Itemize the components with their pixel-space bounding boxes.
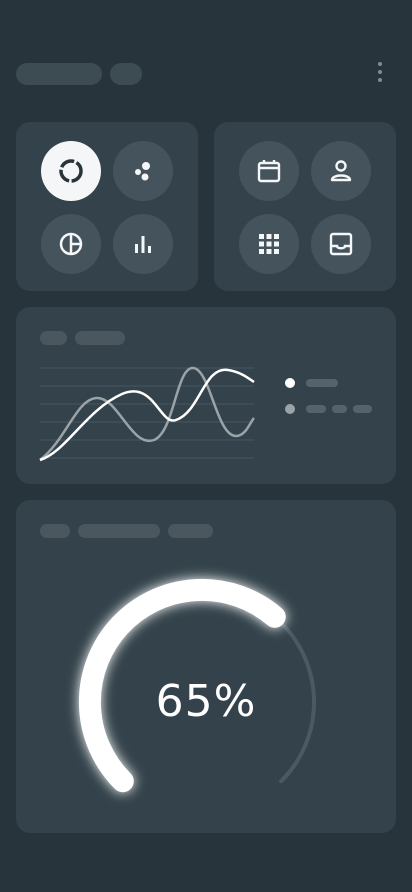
calendar-icon [257, 160, 281, 183]
user-button[interactable] [311, 141, 371, 201]
calendar-button[interactable] [239, 141, 299, 201]
quick-actions-card [214, 122, 396, 291]
legend-secondary-label-placeholder-2 [332, 405, 347, 413]
scatter-chart-button[interactable] [113, 141, 173, 201]
pie-chart-icon [59, 232, 83, 256]
chart-type-card [16, 122, 198, 291]
bar-chart-icon [135, 236, 151, 253]
legend-secondary-label-placeholder-3 [353, 405, 372, 413]
gauge-title-placeholder-3 [168, 524, 213, 538]
inbox-button[interactable] [311, 214, 371, 274]
series-primary-line [39, 368, 255, 462]
gauge-value-label: 65% [155, 676, 257, 727]
gauge-title-placeholder-2 [78, 524, 160, 538]
series-secondary-line [39, 366, 255, 461]
line-chart [39, 366, 255, 462]
legend-secondary-label-placeholder-1 [306, 405, 326, 413]
donut-chart-icon [59, 159, 83, 183]
chart-title-placeholder [40, 331, 67, 345]
grid-icon [259, 234, 279, 254]
grid-button[interactable] [239, 214, 299, 274]
chart-gridlines [40, 367, 254, 459]
user-icon [330, 160, 352, 182]
legend-primary-dot [285, 378, 295, 388]
donut-chart-button[interactable] [41, 141, 101, 201]
legend-secondary-dot [285, 404, 295, 414]
header-subtitle-placeholder [110, 63, 142, 85]
header-title-placeholder [16, 63, 102, 85]
more-vertical-icon[interactable] [374, 62, 386, 86]
inbox-icon [329, 232, 353, 256]
scatter-chart-icon [135, 162, 150, 181]
legend-primary-label-placeholder [306, 379, 338, 387]
chart-subtitle-placeholder [75, 331, 125, 345]
pie-chart-button[interactable] [41, 214, 101, 274]
bar-chart-button[interactable] [113, 214, 173, 274]
gauge-title-placeholder-1 [40, 524, 70, 538]
